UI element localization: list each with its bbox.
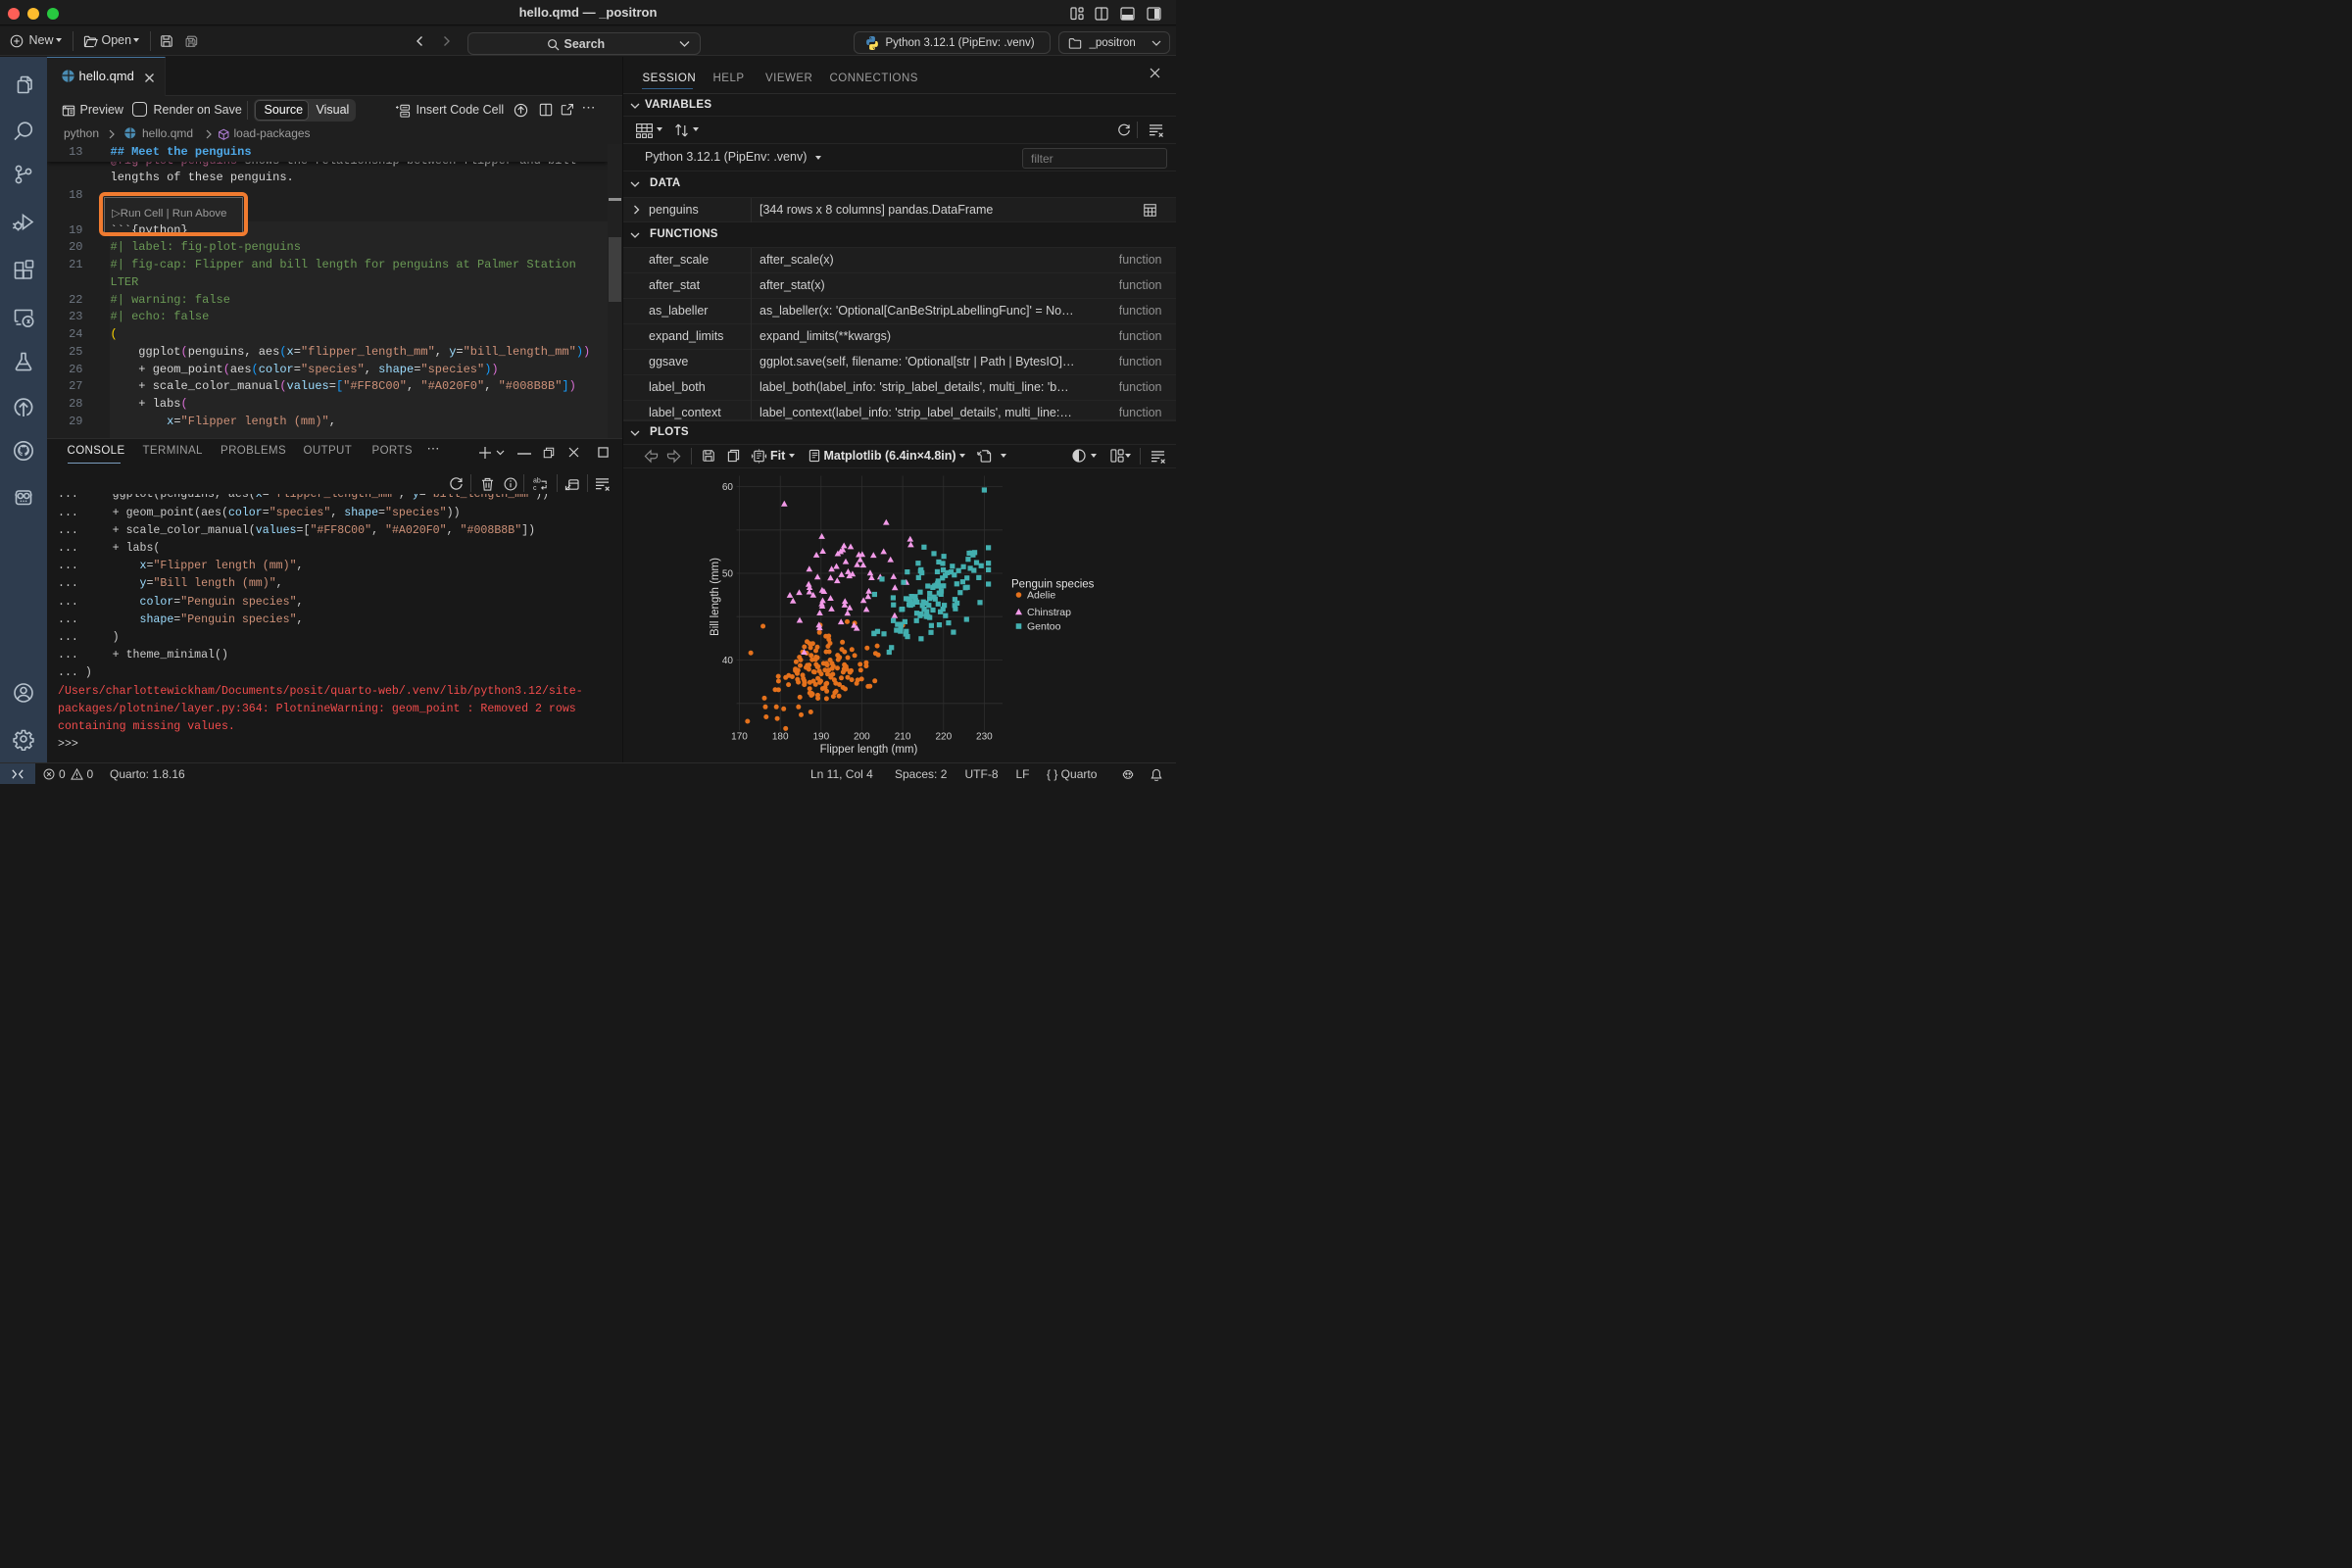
svg-text:220: 220 (935, 731, 952, 742)
svg-text:230: 230 (976, 731, 993, 742)
svg-text:40: 40 (721, 656, 733, 666)
svg-text:Gentoo: Gentoo (1027, 620, 1061, 632)
svg-text:ab: ab (533, 477, 541, 484)
svg-text:Bill length (mm): Bill length (mm) (710, 557, 721, 635)
svg-text:190: 190 (812, 731, 829, 742)
svg-text:Flipper length (mm): Flipper length (mm) (819, 744, 917, 756)
svg-text:Chinstrap: Chinstrap (1027, 606, 1071, 617)
svg-text:Adelie: Adelie (1027, 589, 1055, 601)
svg-text:60: 60 (721, 482, 733, 493)
svg-text:200: 200 (854, 731, 870, 742)
svg-text:c: c (533, 485, 537, 492)
svg-text:50: 50 (721, 568, 733, 579)
svg-text:170: 170 (731, 731, 748, 742)
svg-text:180: 180 (771, 731, 788, 742)
svg-text:210: 210 (894, 731, 910, 742)
